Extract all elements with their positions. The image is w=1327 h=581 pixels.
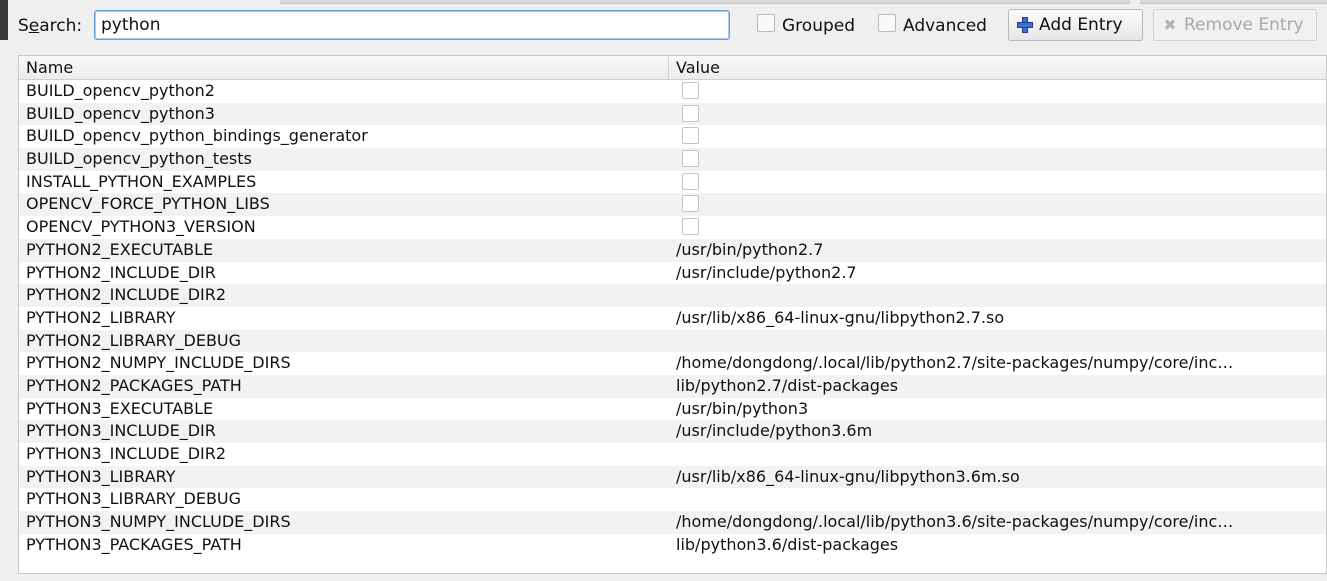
table-row[interactable]: PYTHON2_PACKAGES_PATH lib/python2.7/dist-… xyxy=(19,374,1326,398)
row-name: PYTHON2_EXECUTABLE xyxy=(26,239,214,259)
remove-entry-button[interactable]: ✖ Remove Entry xyxy=(1153,9,1317,41)
remove-entry-label: Remove Entry xyxy=(1184,15,1304,35)
add-entry-button[interactable]: Add Entry xyxy=(1008,9,1143,41)
row-value[interactable]: /home/dongdong/.local/lib/python2.7/site… xyxy=(676,352,1233,375)
toolbar: Search: python Grouped Advanced Add Entr… xyxy=(0,0,1327,54)
row-name: BUILD_opencv_python_bindings_generator xyxy=(26,126,368,146)
column-header-name[interactable]: Name xyxy=(19,56,669,79)
plus-icon xyxy=(1017,17,1033,33)
advanced-label[interactable]: Advanced xyxy=(903,15,987,37)
row-name: PYTHON2_NUMPY_INCLUDE_DIRS xyxy=(26,353,291,373)
row-value[interactable]: /usr/lib/x86_64-linux-gnu/libpython2.7.s… xyxy=(676,307,1004,330)
table-row[interactable]: OPENCV_FORCE_PYTHON_LIBS xyxy=(19,193,1326,217)
table-row[interactable]: PYTHON3_NUMPY_INCLUDE_DIRS/home/dongdong… xyxy=(19,511,1326,534)
row-value[interactable]: /usr/bin/python3 xyxy=(676,398,808,421)
table-row[interactable]: PYTHON2_NUMPY_INCLUDE_DIRS/home/dongdong… xyxy=(19,352,1326,375)
x-icon: ✖ xyxy=(1163,16,1177,34)
search-input[interactable]: python xyxy=(94,10,730,40)
table-row[interactable]: OPENCV_PYTHON3_VERSION xyxy=(19,216,1326,239)
row-name: PYTHON3_PACKAGES_PATH xyxy=(26,534,242,554)
row-name: BUILD_opencv_python2 xyxy=(26,81,215,100)
table-row[interactable]: BUILD_opencv_python3 xyxy=(19,102,1326,126)
table-row[interactable]: PYTHON3_LIBRARY/usr/lib/x86_64-linux-gnu… xyxy=(19,465,1326,489)
table-body: BUILD_opencv_python2 BUILD_opencv_python3… xyxy=(19,80,1326,556)
row-value-checkbox[interactable] xyxy=(682,127,699,145)
row-value[interactable]: /usr/bin/python2.7 xyxy=(676,239,823,262)
row-value-checkbox[interactable] xyxy=(682,150,699,168)
table-row[interactable]: BUILD_opencv_python_bindings_generator xyxy=(19,125,1326,148)
table-header: Name Value xyxy=(19,56,1326,80)
row-name: PYTHON2_INCLUDE_DIR xyxy=(26,262,216,282)
table-row[interactable]: PYTHON2_INCLUDE_DIR2 xyxy=(19,284,1326,307)
table-row[interactable]: PYTHON3_INCLUDE_DIR2 xyxy=(19,443,1326,466)
row-name: PYTHON3_LIBRARY_DEBUG xyxy=(26,489,242,509)
grouped-label[interactable]: Grouped xyxy=(782,15,855,37)
row-name: PYTHON3_EXECUTABLE xyxy=(26,398,214,418)
table-row[interactable]: PYTHON2_LIBRARY_DEBUG xyxy=(19,329,1326,353)
row-name: PYTHON3_NUMPY_INCLUDE_DIRS xyxy=(26,512,291,532)
row-value[interactable]: /usr/lib/x86_64-linux-gnu/libpython3.6m.… xyxy=(676,466,1020,489)
row-name: PYTHON3_LIBRARY xyxy=(26,466,176,486)
table-row[interactable]: PYTHON2_INCLUDE_DIR/usr/include/python2.… xyxy=(19,262,1326,285)
table-row[interactable]: PYTHON2_EXECUTABLE/usr/bin/python2.7 xyxy=(19,238,1326,262)
row-value[interactable]: /home/dongdong/.local/lib/python3.6/site… xyxy=(676,511,1233,534)
row-value[interactable]: lib/python3.6/dist-packages xyxy=(676,534,898,557)
search-input-value[interactable]: python xyxy=(101,15,160,35)
table-row[interactable]: INSTALL_PYTHON_EXAMPLES xyxy=(19,171,1326,194)
row-value-checkbox[interactable] xyxy=(682,82,699,99)
row-value[interactable]: lib/python2.7/dist-packages xyxy=(676,375,898,398)
row-name: PYTHON2_INCLUDE_DIR2 xyxy=(26,285,227,305)
row-value-checkbox[interactable] xyxy=(682,195,699,213)
row-name: BUILD_opencv_python3 xyxy=(26,103,215,123)
row-value-checkbox[interactable] xyxy=(682,218,699,236)
row-value-checkbox[interactable] xyxy=(682,172,699,190)
row-value[interactable]: /usr/include/python2.7 xyxy=(676,262,857,285)
cache-table[interactable]: Name Value BUILD_opencv_python2 BUILD_ope… xyxy=(18,55,1327,574)
row-value-checkbox[interactable] xyxy=(682,104,699,122)
row-value[interactable]: /usr/include/python3.6m xyxy=(676,420,872,443)
row-name: PYTHON2_LIBRARY xyxy=(26,307,176,327)
row-name: PYTHON3_INCLUDE_DIR xyxy=(26,421,216,441)
row-name: INSTALL_PYTHON_EXAMPLES xyxy=(26,171,257,191)
search-label: Search: xyxy=(18,16,83,36)
column-header-value[interactable]: Value xyxy=(669,56,1326,79)
row-name: PYTHON3_INCLUDE_DIR2 xyxy=(26,444,227,463)
table-row[interactable]: PYTHON3_LIBRARY_DEBUG xyxy=(19,488,1326,511)
table-row[interactable]: PYTHON3_EXECUTABLE/usr/bin/python3 xyxy=(19,398,1326,421)
table-row[interactable]: BUILD_opencv_python2 xyxy=(19,80,1326,103)
table-row[interactable]: BUILD_opencv_python_tests xyxy=(19,148,1326,171)
advanced-checkbox[interactable] xyxy=(878,14,896,32)
table-row[interactable]: PYTHON3_PACKAGES_PATH lib/python3.6/dist-… xyxy=(19,534,1326,557)
add-entry-label: Add Entry xyxy=(1039,15,1123,35)
row-name: OPENCV_PYTHON3_VERSION xyxy=(26,217,256,237)
table-row[interactable]: PYTHON3_INCLUDE_DIR/usr/include/python3.… xyxy=(19,420,1326,443)
row-name: PYTHON2_LIBRARY_DEBUG xyxy=(26,330,242,350)
grouped-checkbox[interactable] xyxy=(757,14,775,32)
row-name: OPENCV_FORCE_PYTHON_LIBS xyxy=(26,194,270,214)
table-row[interactable]: PYTHON2_LIBRARY/usr/lib/x86_64-linux-gnu… xyxy=(19,307,1326,330)
row-name: BUILD_opencv_python_tests xyxy=(26,149,252,169)
row-name: PYTHON2_PACKAGES_PATH xyxy=(26,375,242,395)
